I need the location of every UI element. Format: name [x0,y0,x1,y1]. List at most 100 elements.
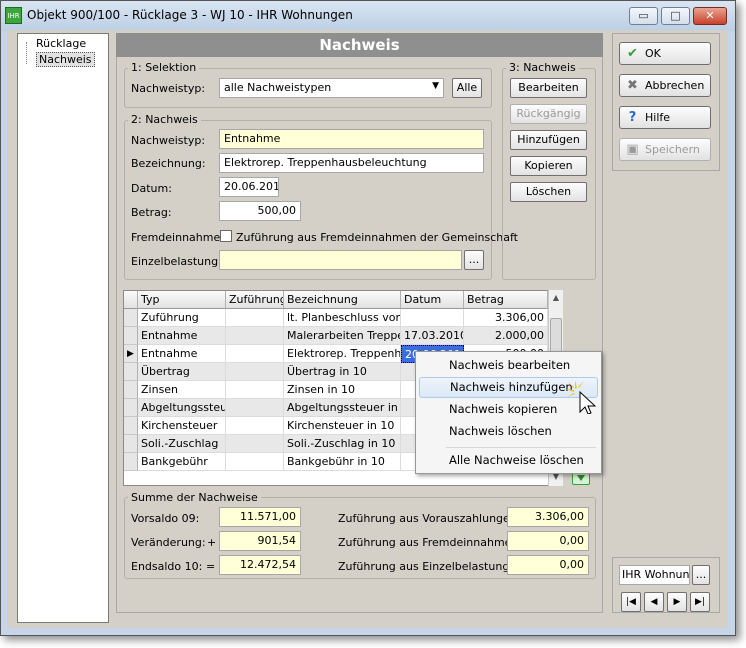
column-header-bezeichnung[interactable]: Bezeichnung [284,291,401,309]
cell-bezeichnung[interactable]: Kirchensteuer in 10 [284,417,401,435]
nachweistyp-filter-select[interactable]: alle Nachweistypen ▼ [219,78,444,98]
column-header-zufuehrung[interactable]: Zuführung [226,291,284,309]
cell-typ[interactable]: Kirchensteuer [138,417,226,435]
einzelbelastung-field[interactable] [219,250,462,270]
hilfe-button[interactable]: ? Hilfe [619,106,711,129]
zufuehrung-vorauszahlungen-value: 3.306,00 [507,507,589,527]
cell-typ[interactable]: Entnahme [138,327,226,345]
cell-bezeichnung[interactable]: Elektrorep. Treppenhau [284,345,401,363]
menu-item-nachweis-bearbeiten[interactable]: Nachweis bearbeiten [419,355,598,376]
zufuehrung-fremdeinnahmen-value: 0,00 [507,531,589,551]
vorsaldo-label: Vorsaldo 09: [131,512,200,525]
cell-datum[interactable] [401,309,464,327]
betrag-field[interactable]: 500,00 [219,201,301,221]
cell-zufuehrung[interactable] [226,309,284,327]
previous-record-button[interactable]: ◀ [644,592,664,612]
menu-item-alle-nachweise-loeschen[interactable]: Alle Nachweise löschen [419,450,598,471]
column-header-datum[interactable]: Datum [401,291,464,309]
cell-zufuehrung[interactable] [226,327,284,345]
row-selector[interactable] [124,417,138,435]
row-selector[interactable] [124,327,138,345]
first-record-button[interactable]: |◀ [621,592,641,612]
bezeichnung-field[interactable]: Elektrorep. Treppenhausbeleuchtung [219,153,484,173]
next-record-button[interactable]: ▶ [667,592,687,612]
help-question-icon: ? [628,110,637,125]
datum-field[interactable]: 20.06.2010 [219,177,279,197]
cell-typ[interactable]: Zuführung [138,309,226,327]
table-row[interactable]: Entnahme Malerarbeiten Treppenh17.03.2010… [124,327,548,345]
column-header-betrag[interactable]: Betrag [464,291,548,309]
cell-typ[interactable]: Bankgebühr [138,453,226,471]
rueckgaengig-button[interactable]: Rückgängig [510,104,587,124]
nachweistyp-label: Nachweistyp: [131,134,206,147]
cell-bezeichnung[interactable]: Bankgebühr in 10 [284,453,401,471]
zufuehrung-einzelbelastungen-value: 0,00 [507,555,589,575]
object-browse-button[interactable]: ... [692,565,710,585]
loeschen-button[interactable]: Löschen [510,182,587,202]
cell-zufuehrung[interactable] [226,417,284,435]
cell-typ[interactable]: Soli.-Zuschlag [138,435,226,453]
cell-typ[interactable]: Zinsen [138,381,226,399]
cell-datum[interactable]: 17.03.2010 [401,327,464,345]
speichern-button-label: Speichern [645,143,700,156]
cell-typ[interactable]: Abgeltungssteuer [138,399,226,417]
cell-typ[interactable]: Übertrag [138,363,226,381]
cell-bezeichnung[interactable]: Malerarbeiten Treppenh [284,327,401,345]
row-selector[interactable] [124,435,138,453]
last-record-button[interactable]: ▶| [690,592,710,612]
cell-bezeichnung[interactable]: Soli.-Zuschlag in 10 [284,435,401,453]
title-bar[interactable]: IHR Objekt 900/100 - Rücklage 3 - WJ 10 … [1,1,735,31]
speichern-button[interactable]: ▣ Speichern [619,138,711,161]
fremdeinnahme-checkbox[interactable] [220,230,232,242]
close-button[interactable]: ✕ [693,7,727,25]
nachweistyp-field[interactable]: Entnahme [219,129,484,149]
hinzufuegen-button[interactable]: Hinzufügen [510,130,587,150]
tree-item-ruecklage[interactable]: Rücklage [36,37,86,50]
cell-zufuehrung[interactable] [226,345,284,363]
summe-group-label: Summe der Nachweise [128,491,261,504]
betrag-label: Betrag: [131,206,172,219]
navigation-tree: Rücklage Nachweis [17,33,109,623]
row-selector[interactable] [124,453,138,471]
chevron-down-icon: ▼ [432,81,439,91]
table-row[interactable]: Zuführung lt. Planbeschluss vom 1 3.306,00 [124,309,548,327]
bearbeiten-button[interactable]: Bearbeiten [510,78,587,98]
save-disk-icon: ▣ [626,142,639,157]
object-field[interactable]: IHR Wohnung [619,565,690,585]
row-selector[interactable] [124,399,138,417]
einzelbelastung-browse-button[interactable]: ... [464,250,484,270]
alle-button[interactable]: Alle [452,78,482,98]
cell-zufuehrung[interactable] [226,399,284,417]
menu-item-nachweis-loeschen[interactable]: Nachweis löschen [419,421,598,442]
scroll-up-arrow-icon[interactable]: ▲ [550,291,562,305]
cell-bezeichnung[interactable]: lt. Planbeschluss vom 1 [284,309,401,327]
column-header-typ[interactable]: Typ [138,291,226,309]
row-selector[interactable]: ▶ [124,345,138,363]
cell-zufuehrung[interactable] [226,381,284,399]
cell-bezeichnung[interactable]: Übertrag in 10 [284,363,401,381]
app-icon: IHR [5,7,22,24]
veraenderung-label: Veränderung: [131,536,206,549]
tree-item-nachweis[interactable]: Nachweis [36,52,95,67]
row-selector[interactable] [124,363,138,381]
cell-typ[interactable]: Entnahme [138,345,226,363]
cell-zufuehrung[interactable] [226,453,284,471]
hilfe-button-label: Hilfe [645,111,671,124]
cell-bezeichnung[interactable]: Zinsen in 10 [284,381,401,399]
abbrechen-button[interactable]: ✖ Abbrechen [619,74,711,97]
kopieren-button[interactable]: Kopieren [510,156,587,176]
endsaldo-operator: = [206,560,216,573]
nachweis-form-group-label: 2: Nachweis [128,113,201,126]
minimize-button[interactable]: ▭ [629,7,658,25]
row-selector[interactable] [124,381,138,399]
cell-betrag[interactable]: 2.000,00 [464,327,548,345]
cell-bezeichnung[interactable]: Abgeltungssteuer in 10 [284,399,401,417]
maximize-button[interactable]: □ [661,7,690,25]
cell-zufuehrung[interactable] [226,435,284,453]
cell-betrag[interactable]: 3.306,00 [464,309,548,327]
ok-button[interactable]: ✔ OK [619,42,711,65]
row-selector[interactable] [124,309,138,327]
abbrechen-button-label: Abbrechen [645,79,705,92]
cell-zufuehrung[interactable] [226,363,284,381]
tree-connector-lines [26,42,36,64]
